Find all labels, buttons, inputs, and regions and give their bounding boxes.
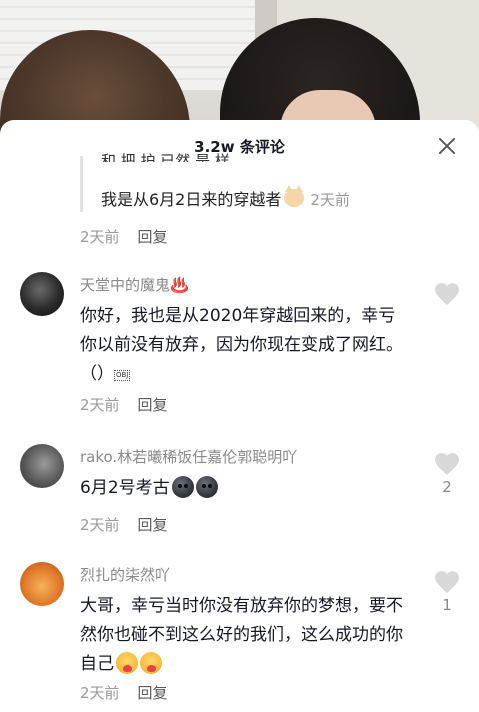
close-icon[interactable] [435, 134, 459, 158]
hug-emoji-icon [140, 652, 162, 674]
comment-time: 2天前 [80, 516, 120, 534]
comment-time: 2天前 [80, 396, 120, 414]
heart-icon [435, 571, 459, 593]
comment-sheet: 3.2w 条评论 和 把 护 已然 是 样 我是从6月2日来的穿越者 2天前 2天… [0, 120, 479, 712]
comment-time: 2天前 [80, 228, 120, 246]
reply-button[interactable]: 回复 [138, 396, 168, 414]
like-button[interactable]: 2 [433, 452, 461, 496]
dark-emoji-icon [171, 476, 194, 498]
reply-button[interactable]: 回复 [138, 516, 168, 534]
dark-emoji-icon [195, 476, 218, 498]
like-button[interactable] [433, 282, 461, 308]
quoted-reply[interactable]: 和 把 护 已然 是 样 我是从6月2日来的穿越者 2天前 [80, 152, 423, 212]
comment-time: 2天前 [80, 684, 120, 702]
comment-meta: 2天前 回复 [80, 682, 168, 703]
avatar[interactable] [20, 272, 64, 316]
avatar[interactable] [20, 444, 64, 488]
reply-text: 我是从6月2日来的穿越者 [101, 190, 282, 209]
hug-emoji-icon [116, 652, 138, 674]
cat-emoji-icon [284, 185, 305, 207]
reply-button[interactable]: 回复 [138, 684, 168, 702]
obj-placeholder-icon: OBJ [114, 370, 131, 381]
reply-button[interactable]: 回复 [138, 228, 168, 246]
avatar[interactable] [20, 562, 64, 606]
comment-text-block: 大哥，幸亏当时你没有放弃你的梦想，要不然你也碰不到这么好的我们，这么成功的你自己 [80, 592, 410, 679]
commenter-name[interactable]: rako.林若曦稀饭任嘉伦郭聪明吖 [80, 446, 297, 467]
comment-meta: 2天前 回复 [80, 514, 168, 535]
comment-text-block: 你好，我也是从2020年穿越回来的，幸亏你以前没有放弃，因为你现在变成了网红。（… [80, 302, 410, 389]
reply-time: 2天前 [310, 191, 350, 209]
comment-text-block: 6月2号考古 [80, 474, 410, 503]
like-count: 1 [442, 596, 452, 614]
comment-meta: 2天前 回复 [80, 226, 168, 247]
comment-meta: 2天前 回复 [80, 394, 168, 415]
comment-text: 6月2号考古 [80, 478, 170, 498]
like-button[interactable]: 1 [433, 570, 461, 614]
heart-icon [435, 283, 459, 305]
commenter-name[interactable]: 天堂中的魔鬼♨️ [80, 274, 189, 295]
reply-cut-text: 和 把 护 已然 是 样 [101, 152, 230, 162]
commenter-name[interactable]: 烈扎的柒然吖 [80, 564, 170, 585]
video-background [0, 0, 479, 140]
heart-icon [435, 453, 459, 475]
like-count: 2 [442, 478, 452, 496]
reply-text-line: 我是从6月2日来的穿越者 2天前 [101, 185, 350, 210]
